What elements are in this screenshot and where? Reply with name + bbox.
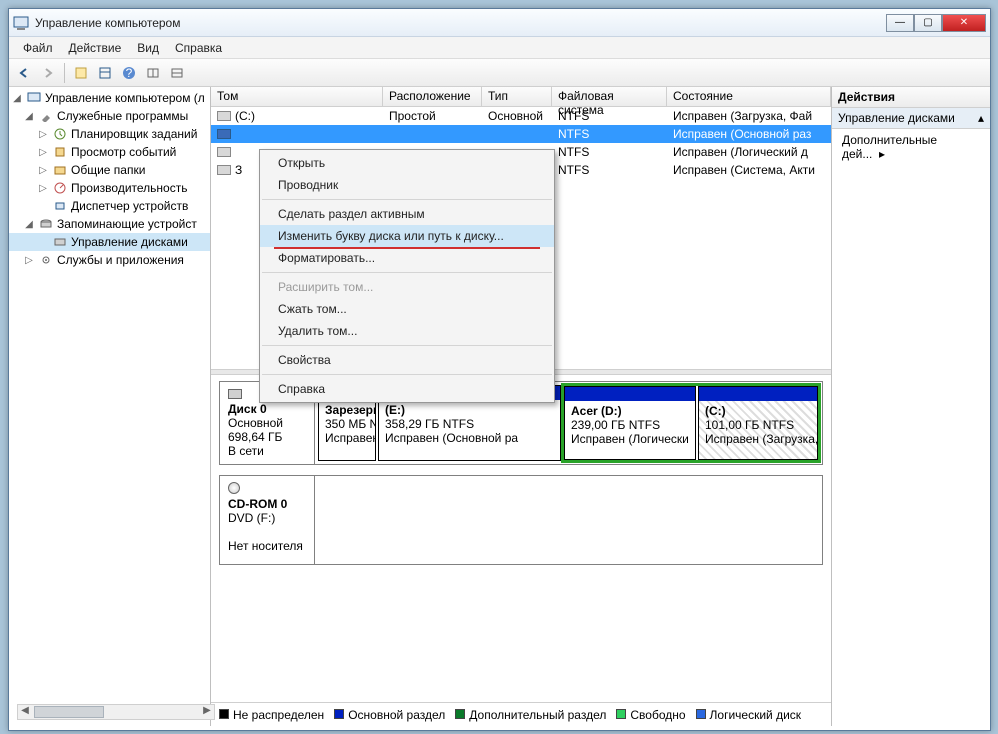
legend-free: Свободно bbox=[616, 708, 685, 722]
ctx-mark-active[interactable]: Сделать раздел активным bbox=[260, 203, 554, 225]
toolbar-icon[interactable] bbox=[70, 62, 92, 84]
ctx-properties[interactable]: Свойства bbox=[260, 349, 554, 371]
maximize-button[interactable]: ▢ bbox=[914, 14, 942, 32]
ctx-help[interactable]: Справка bbox=[260, 378, 554, 400]
computer-icon bbox=[26, 90, 42, 106]
volume-row-selected[interactable]: NTFS Исправен (Основной раз bbox=[211, 125, 831, 143]
actions-header: Действия bbox=[832, 87, 990, 108]
disk-map: Диск 0 Основной 698,64 ГБ В сети Зарезер… bbox=[211, 375, 831, 702]
tree-shared-folders[interactable]: ▷Общие папки bbox=[9, 161, 210, 179]
app-icon bbox=[13, 15, 29, 31]
storage-icon bbox=[38, 216, 54, 232]
drive-icon bbox=[217, 111, 231, 121]
minimize-button[interactable]: — bbox=[886, 14, 914, 32]
nav-tree: ◢Управление компьютером (л ◢Служебные пр… bbox=[9, 87, 210, 271]
scroll-right-icon[interactable]: ▶ bbox=[200, 705, 214, 719]
clock-icon bbox=[52, 126, 68, 142]
help-button[interactable]: ? bbox=[118, 62, 140, 84]
actions-more[interactable]: Дополнительные дей... ▸ bbox=[832, 129, 990, 165]
menu-action[interactable]: Действие bbox=[61, 39, 130, 57]
toolbar: ? bbox=[9, 59, 990, 87]
tree-task-scheduler[interactable]: ▷Планировщик заданий bbox=[9, 125, 210, 143]
scroll-left-icon[interactable]: ◀ bbox=[18, 705, 32, 719]
cdrom-icon bbox=[228, 482, 240, 494]
back-button[interactable] bbox=[13, 62, 35, 84]
show-hide-console-button[interactable] bbox=[94, 62, 116, 84]
window-title: Управление компьютером bbox=[35, 16, 886, 30]
disk-icon bbox=[228, 389, 242, 399]
forward-button[interactable] bbox=[37, 62, 59, 84]
menu-view[interactable]: Вид bbox=[129, 39, 167, 57]
partition-c[interactable]: (C:)101,00 ГБ NTFSИсправен (Загрузка, bbox=[698, 386, 818, 460]
actions-pane: Действия Управление дисками▴ Дополнитель… bbox=[832, 87, 990, 726]
device-icon bbox=[52, 198, 68, 214]
tree-event-viewer[interactable]: ▷Просмотр событий bbox=[9, 143, 210, 161]
tree-performance[interactable]: ▷Производительность bbox=[9, 179, 210, 197]
legend-extended: Дополнительный раздел bbox=[455, 708, 606, 722]
toolbar-icon-3[interactable] bbox=[166, 62, 188, 84]
col-fs[interactable]: Файловая система bbox=[552, 87, 667, 106]
cdrom-partitions bbox=[315, 476, 822, 564]
ctx-change-drive-letter[interactable]: Изменить букву диска или путь к диску... bbox=[260, 225, 554, 247]
ctx-shrink[interactable]: Сжать том... bbox=[260, 298, 554, 320]
actions-subheader[interactable]: Управление дисками▴ bbox=[832, 108, 990, 129]
context-menu: Открыть Проводник Сделать раздел активны… bbox=[259, 149, 555, 403]
nav-tree-pane: ◢Управление компьютером (л ◢Служебные пр… bbox=[9, 87, 211, 726]
legend-primary: Основной раздел bbox=[334, 708, 445, 722]
toolbar-icon-2[interactable] bbox=[142, 62, 164, 84]
legend: Не распределен Основной раздел Дополните… bbox=[211, 702, 831, 726]
window-buttons: — ▢ ✕ bbox=[886, 14, 986, 32]
wrench-icon bbox=[38, 108, 54, 124]
close-button[interactable]: ✕ bbox=[942, 14, 986, 32]
titlebar: Управление компьютером — ▢ ✕ bbox=[9, 9, 990, 37]
svg-text:?: ? bbox=[126, 66, 133, 80]
ctx-open[interactable]: Открыть bbox=[260, 152, 554, 174]
volume-row[interactable]: (C:) Простой Основной NTFS Исправен (Заг… bbox=[211, 107, 831, 125]
drive-icon bbox=[217, 129, 231, 139]
menu-file[interactable]: Файл bbox=[15, 39, 61, 57]
tree-disk-management[interactable]: Управление дисками bbox=[9, 233, 210, 251]
ctx-delete[interactable]: Удалить том... bbox=[260, 320, 554, 342]
disk-icon bbox=[52, 234, 68, 250]
tree-device-manager[interactable]: Диспетчер устройств bbox=[9, 197, 210, 215]
ctx-format[interactable]: Форматировать... bbox=[260, 247, 554, 269]
col-layout[interactable]: Расположение bbox=[383, 87, 482, 106]
col-volume[interactable]: Том bbox=[211, 87, 383, 106]
tree-system-tools[interactable]: ◢Служебные программы bbox=[9, 107, 210, 125]
volume-header-row: Том Расположение Тип Файловая система Со… bbox=[211, 87, 831, 107]
partition-d[interactable]: Acer (D:)239,00 ГБ NTFSИсправен (Логичес… bbox=[564, 386, 696, 460]
menubar: Файл Действие Вид Справка bbox=[9, 37, 990, 59]
drive-icon bbox=[217, 165, 231, 175]
collapse-icon: ▴ bbox=[978, 111, 984, 125]
ctx-explorer[interactable]: Проводник bbox=[260, 174, 554, 196]
ctx-extend: Расширить том... bbox=[260, 276, 554, 298]
folder-icon bbox=[52, 162, 68, 178]
tree-storage[interactable]: ◢Запоминающие устройст bbox=[9, 215, 210, 233]
toolbar-separator bbox=[64, 63, 65, 83]
computer-management-window: Управление компьютером — ▢ ✕ Файл Действ… bbox=[8, 8, 991, 731]
tree-root[interactable]: ◢Управление компьютером (л bbox=[9, 89, 210, 107]
menu-help[interactable]: Справка bbox=[167, 39, 230, 57]
events-icon bbox=[52, 144, 68, 160]
tree-services-apps[interactable]: ▷Службы и приложения bbox=[9, 251, 210, 269]
cdrom-header[interactable]: CD-ROM 0 DVD (F:) Нет носителя bbox=[220, 476, 315, 564]
scroll-thumb[interactable] bbox=[34, 706, 104, 718]
col-type[interactable]: Тип bbox=[482, 87, 552, 106]
col-status[interactable]: Состояние bbox=[667, 87, 831, 106]
legend-unallocated: Не распределен bbox=[219, 708, 324, 722]
gear-icon bbox=[38, 252, 54, 268]
perf-icon bbox=[52, 180, 68, 196]
cdrom-entry: CD-ROM 0 DVD (F:) Нет носителя bbox=[219, 475, 823, 565]
tree-hscrollbar[interactable]: ◀ ▶ bbox=[17, 704, 215, 720]
legend-logical: Логический диск bbox=[696, 708, 802, 722]
drive-icon bbox=[217, 147, 231, 157]
